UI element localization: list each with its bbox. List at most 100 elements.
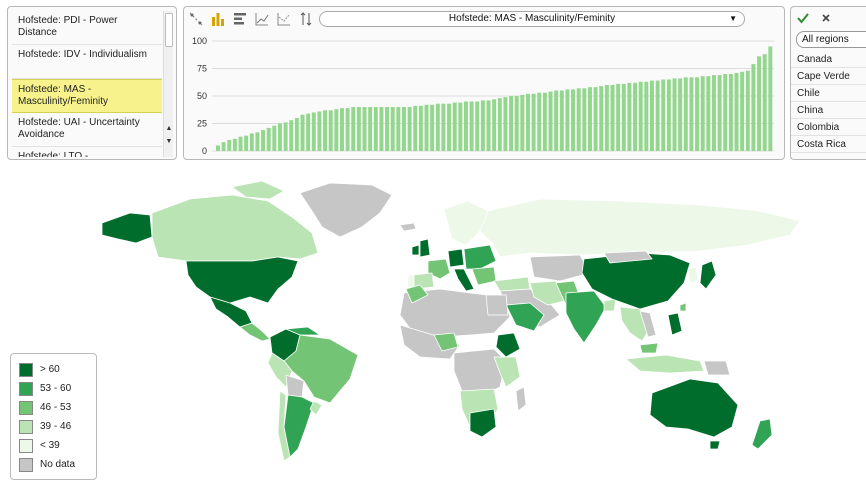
chart-bar[interactable]: [300, 114, 305, 151]
chart-bar[interactable]: [745, 70, 750, 151]
chart-bar[interactable]: [278, 123, 282, 152]
chart-bar[interactable]: [644, 81, 649, 151]
chart-bar[interactable]: [311, 112, 316, 152]
region-item[interactable]: Canada: [791, 51, 866, 68]
chart-bar[interactable]: [435, 103, 440, 151]
chart-bar[interactable]: [317, 111, 322, 151]
chart-bar[interactable]: [492, 99, 497, 151]
chart-bar[interactable]: [328, 110, 333, 151]
chart-bar[interactable]: [227, 140, 232, 151]
chart-bar[interactable]: [554, 90, 559, 152]
region-item[interactable]: Chile: [791, 85, 866, 102]
map-region-malaysia[interactable]: [639, 342, 659, 354]
chart-bar[interactable]: [407, 107, 412, 151]
chart-bar[interactable]: [424, 104, 429, 151]
chart-bar[interactable]: [717, 75, 722, 151]
indicator-list-scrollbar[interactable]: ▲ ▼: [163, 11, 173, 157]
map-region-usa[interactable]: [185, 256, 299, 304]
chart-bar[interactable]: [650, 80, 654, 151]
chart-bar[interactable]: [751, 64, 756, 151]
map-region-italy[interactable]: [453, 268, 475, 292]
scatter-plot-icon[interactable]: [188, 11, 204, 27]
indicator-item-idv[interactable]: Hofstede: IDV - Individualism: [12, 45, 162, 79]
map-region-egypt[interactable]: [485, 294, 509, 316]
region-item[interactable]: Colombia: [791, 119, 866, 136]
chart-bar[interactable]: [734, 72, 739, 151]
chart-bar[interactable]: [221, 142, 226, 151]
chart-bar[interactable]: [695, 77, 700, 151]
chart-bar[interactable]: [418, 105, 423, 151]
checkmark-icon[interactable]: [797, 12, 809, 24]
chart-bar[interactable]: [548, 91, 553, 151]
chart-bar[interactable]: [565, 89, 570, 151]
chart-bar[interactable]: [712, 75, 716, 151]
trend-chart-icon[interactable]: [276, 11, 292, 27]
chart-bar[interactable]: [571, 89, 576, 151]
chart-bar[interactable]: [768, 46, 773, 152]
chart-bar[interactable]: [294, 118, 299, 151]
map-region-south-africa[interactable]: [469, 408, 497, 438]
chart-bar[interactable]: [762, 54, 767, 152]
map-region-bangladesh[interactable]: [603, 298, 617, 312]
scroll-down-arrow-icon[interactable]: ▼: [164, 137, 174, 147]
chart-bar[interactable]: [362, 107, 367, 151]
chart-bar[interactable]: [633, 82, 638, 151]
map-region-ireland[interactable]: [411, 244, 420, 256]
chart-bar[interactable]: [514, 96, 519, 151]
region-item[interactable]: Costa Rica: [791, 136, 866, 153]
chart-bar[interactable]: [661, 79, 666, 152]
indicator-item-lto[interactable]: Hofstede: LTO - ...: [12, 147, 162, 157]
chart-bar[interactable]: [678, 78, 683, 151]
chart-bar[interactable]: [621, 83, 626, 151]
chart-bar[interactable]: [458, 102, 463, 151]
chart-bar[interactable]: [526, 93, 530, 151]
chart-bar[interactable]: [306, 113, 311, 151]
chart-bar[interactable]: [244, 135, 249, 151]
chart-bar[interactable]: [261, 130, 266, 151]
indicator-item-pdi[interactable]: Hofstede: PDI - Power Distance: [12, 11, 162, 45]
chart-bar[interactable]: [356, 107, 361, 151]
chart-bar[interactable]: [604, 85, 609, 151]
chart-bar[interactable]: [503, 97, 508, 151]
chart-bar[interactable]: [582, 88, 587, 151]
chart-bar[interactable]: [323, 110, 328, 151]
line-chart-icon[interactable]: [254, 11, 270, 27]
map-region-central-america[interactable]: [239, 322, 271, 342]
map-region-east-europe[interactable]: [463, 244, 497, 270]
chart-bar[interactable]: [537, 92, 542, 151]
indicator-list[interactable]: Hofstede: PDI - Power Distance Hofstede:…: [12, 11, 162, 157]
chart-bar[interactable]: [272, 125, 277, 151]
region-item[interactable]: Cape Verde: [791, 68, 866, 85]
map-region-turkey[interactable]: [493, 276, 531, 292]
chart-bar[interactable]: [430, 104, 435, 151]
chart-bar[interactable]: [655, 80, 660, 151]
chart-bar[interactable]: [683, 77, 688, 151]
chart-bar[interactable]: [700, 76, 705, 151]
chart-bar[interactable]: [464, 101, 468, 152]
chart-bar[interactable]: [379, 107, 384, 151]
world-map[interactable]: [0, 165, 866, 487]
chart-bar[interactable]: [345, 108, 350, 151]
map-region-greenland[interactable]: [299, 182, 393, 238]
chart-bar[interactable]: [627, 82, 632, 151]
chart-bar[interactable]: [480, 100, 485, 151]
chart-bar[interactable]: [266, 127, 271, 151]
indicator-item-uai[interactable]: Hofstede: UAI - Uncertainty Avoidance: [12, 113, 162, 147]
map-region-iceland[interactable]: [399, 222, 417, 232]
map-region-papua[interactable]: [703, 360, 731, 376]
chart-bar[interactable]: [402, 107, 406, 151]
chart-bar[interactable]: [706, 76, 711, 151]
map-region-kazakhstan[interactable]: [529, 254, 591, 282]
map-region-argentina[interactable]: [283, 394, 315, 458]
chart-bar[interactable]: [520, 94, 525, 151]
chart-bar[interactable]: [452, 102, 457, 151]
chart-bar[interactable]: [441, 103, 446, 151]
map-region-new-zealand[interactable]: [751, 418, 773, 450]
chart-bar[interactable]: [289, 120, 294, 151]
chart-bar[interactable]: [469, 101, 474, 152]
chart-bar[interactable]: [588, 87, 592, 151]
map-region-ethiopia[interactable]: [495, 332, 521, 358]
map-region-madagascar[interactable]: [515, 386, 527, 412]
map-region-uk[interactable]: [419, 238, 431, 258]
chart-bar[interactable]: [666, 79, 671, 152]
